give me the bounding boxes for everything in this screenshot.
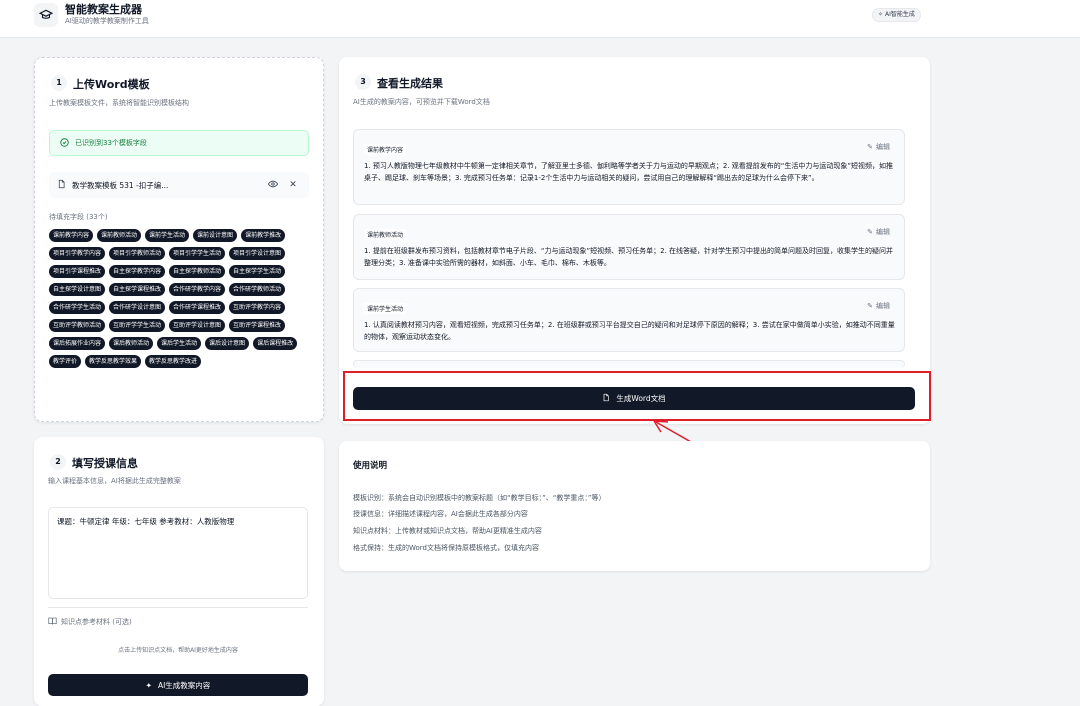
field-tag: 互助评学设计意图 (169, 319, 226, 332)
result-item-text: 1. 认真阅读教材预习内容，观看短视频，完成预习任务单；2. 在班级群或预习平台… (364, 321, 895, 341)
upload-template-card: 1 上传Word模板 上传教案模板文件，系统将智能识别模板结构 已识别到33个模… (34, 57, 324, 422)
app-title: 智能教案生成器 (65, 3, 142, 16)
card-description: AI生成的教案内容，可预览并下载Word文档 (353, 98, 490, 106)
result-card: 3 查看生成结果 AI生成的教案内容，可预览并下载Word文档 课前教学内容 ✎… (339, 57, 930, 424)
field-tag: 合作研学学生活动 (49, 301, 106, 314)
course-info-card: 2 填写授课信息 输入课程基本信息，AI将据此生成完整教案 课题：牛顿定律 年级… (34, 437, 324, 706)
button-label: AI生成教案内容 (157, 680, 211, 690)
field-tag: 课前教学推改 (241, 229, 286, 242)
app-header: 智能教案生成器 AI驱动的教学教案制作工具 ✧ AI智能生成 (0, 0, 1080, 38)
field-tag: 合作研学设计意图 (109, 301, 166, 314)
instructions-card: 使用说明 模板识别：系统会自动识别模板中的教案标题（如“教学目标：”、“教学重点… (339, 441, 930, 571)
field-tag: 课后课程推改 (253, 337, 298, 350)
field-tag: 教学评价 (49, 355, 82, 368)
result-item: 课前教师活动 ✎ 编辑 1. 提前在班级群发布预习资料，包括教材章节电子片段、“力… (353, 214, 905, 280)
field-tag: 项目引学教师活动 (109, 247, 166, 260)
card-title: 填写授课信息 (72, 457, 138, 470)
card-title: 上传Word模板 (73, 78, 150, 91)
field-tag: 自主探学学生活动 (229, 265, 286, 278)
check-circle-icon (60, 137, 69, 149)
instructions-title: 使用说明 (353, 461, 388, 471)
field-tag: 合作研学教师活动 (229, 283, 286, 296)
knowledge-material-label[interactable]: 知识点参考材料 (可选) (48, 617, 132, 627)
field-tag: 课后拓展作业内容 (49, 337, 106, 350)
field-tag: 项目引学教学内容 (49, 247, 106, 260)
edit-icon: ✎ (867, 143, 873, 151)
field-tag: 课后学生活动 (157, 337, 202, 350)
ai-badge-label: AI智能生成 (885, 11, 915, 18)
result-item-label: 课前学生活动 (364, 303, 407, 314)
edit-icon: ✎ (867, 228, 873, 236)
file-icon (57, 179, 66, 191)
sparkle-icon: ✧ (878, 11, 884, 18)
field-tag: 课前设计意图 (193, 229, 238, 242)
upload-hint[interactable]: 点击上传知识点文档，帮助AI更好地生成内容 (48, 645, 308, 654)
field-tags: 课前教学内容 课前教师活动 课前学生活动 课前设计意图 课前教学推改 项目引学教学内容 项目… (49, 229, 311, 368)
edit-button[interactable]: ✎ 编辑 (867, 301, 890, 311)
result-item: 课前教学内容 ✎ 编辑 1. 预习人教版物理七年级教材中牛顿第一定律相关章节，了解… (353, 129, 905, 205)
highlight-annotation-box (343, 371, 931, 421)
field-tag: 课前教师活动 (97, 229, 142, 242)
app-subtitle: AI驱动的教学教案制作工具 (65, 17, 149, 25)
field-tag: 项目引学设计意图 (229, 247, 286, 260)
fields-label: 待填充字段 (33个) (49, 213, 108, 221)
card-description: 输入课程基本信息，AI将据此生成完整教案 (48, 477, 181, 485)
close-icon[interactable]: ✕ (285, 180, 301, 190)
field-tag: 课前教学内容 (49, 229, 94, 242)
field-tag: 自主探学教师活动 (169, 265, 226, 278)
uploaded-file-row: 教学教案模板 531 -扣子编... ✕ (49, 172, 309, 198)
edit-button[interactable]: ✎ 编辑 (867, 227, 890, 237)
field-tag: 合作研学教学内容 (169, 283, 226, 296)
book-icon (48, 617, 57, 627)
step-number: 2 (50, 454, 66, 470)
field-tag: 互助评学教学内容 (229, 301, 286, 314)
result-item-label: 课前教师活动 (364, 229, 407, 240)
file-name: 教学教案模板 531 -扣子编... (72, 180, 169, 190)
instruction-item: 授课信息：详细描述课程内容，AI会据此生成各部分内容 (353, 510, 528, 518)
divider (48, 607, 308, 608)
field-tag: 自主探学教学内容 (109, 265, 166, 278)
field-tag: 自主探学设计意图 (49, 283, 106, 296)
edit-label: 编辑 (876, 302, 890, 310)
field-tag: 互助评学教师活动 (49, 319, 106, 332)
field-tag: 项目引学课程推改 (49, 265, 106, 278)
card-description: 上传教案模板文件，系统将智能识别模板结构 (49, 99, 189, 107)
eye-icon[interactable] (265, 180, 281, 191)
course-info-textarea[interactable]: 课题：牛顿定律 年级：七年级 参考教材：人教版物理 (48, 507, 308, 599)
result-item-text: 1. 预习人教版物理七年级教材中牛顿第一定律相关章节，了解亚里士多德、伽利略等学… (364, 162, 894, 182)
result-item (353, 360, 905, 368)
recognition-success-alert: 已识别到33个模板字段 (49, 130, 309, 156)
graduation-cap-icon (34, 3, 58, 27)
step-number: 1 (51, 75, 67, 91)
success-text: 已识别到33个模板字段 (75, 139, 147, 147)
ai-badge: ✧ AI智能生成 (872, 8, 921, 22)
edit-icon: ✎ (867, 302, 873, 310)
edit-label: 编辑 (876, 228, 890, 236)
edit-button[interactable]: ✎ 编辑 (867, 142, 890, 152)
instruction-item: 模板识别：系统会自动识别模板中的教案标题（如“教学目标：”、“教学重点：”等） (353, 494, 606, 502)
sparkle-icon: ✦ (145, 680, 152, 690)
step-number: 3 (355, 74, 371, 90)
instruction-item: 知识点材料：上传教材或知识点文档，帮助AI更精准生成内容 (353, 527, 542, 535)
field-tag: 课后教师活动 (109, 337, 154, 350)
field-tag: 教学反思教学效果 (85, 355, 142, 368)
result-item-label: 课前教学内容 (364, 144, 407, 155)
card-title: 查看生成结果 (377, 77, 443, 90)
field-tag: 课前学生活动 (145, 229, 190, 242)
field-tag: 课后设计意图 (205, 337, 250, 350)
knowledge-material-text: 知识点参考材料 (可选) (61, 618, 132, 626)
field-tag: 项目引学学生活动 (169, 247, 226, 260)
ai-generate-content-button[interactable]: ✦ AI生成教案内容 (48, 674, 308, 696)
field-tag: 互助评学学生活动 (109, 319, 166, 332)
field-tag: 自主探学课程推改 (109, 283, 166, 296)
field-tag: 教学反思教学改进 (145, 355, 202, 368)
field-tag: 互助评学课程推改 (229, 319, 286, 332)
instruction-item: 格式保持：生成的Word文档将保持原模板格式，仅填充内容 (353, 544, 539, 552)
edit-label: 编辑 (876, 143, 890, 151)
field-tag: 合作研学课程推改 (169, 301, 226, 314)
result-item: 课前学生活动 ✎ 编辑 1. 认真阅读教材预习内容，观看短视频，完成预习任务单；2… (353, 288, 905, 352)
result-item-text: 1. 提前在班级群发布预习资料，包括教材章节电子片段、“力与运动现象”短视频、预… (364, 247, 894, 267)
